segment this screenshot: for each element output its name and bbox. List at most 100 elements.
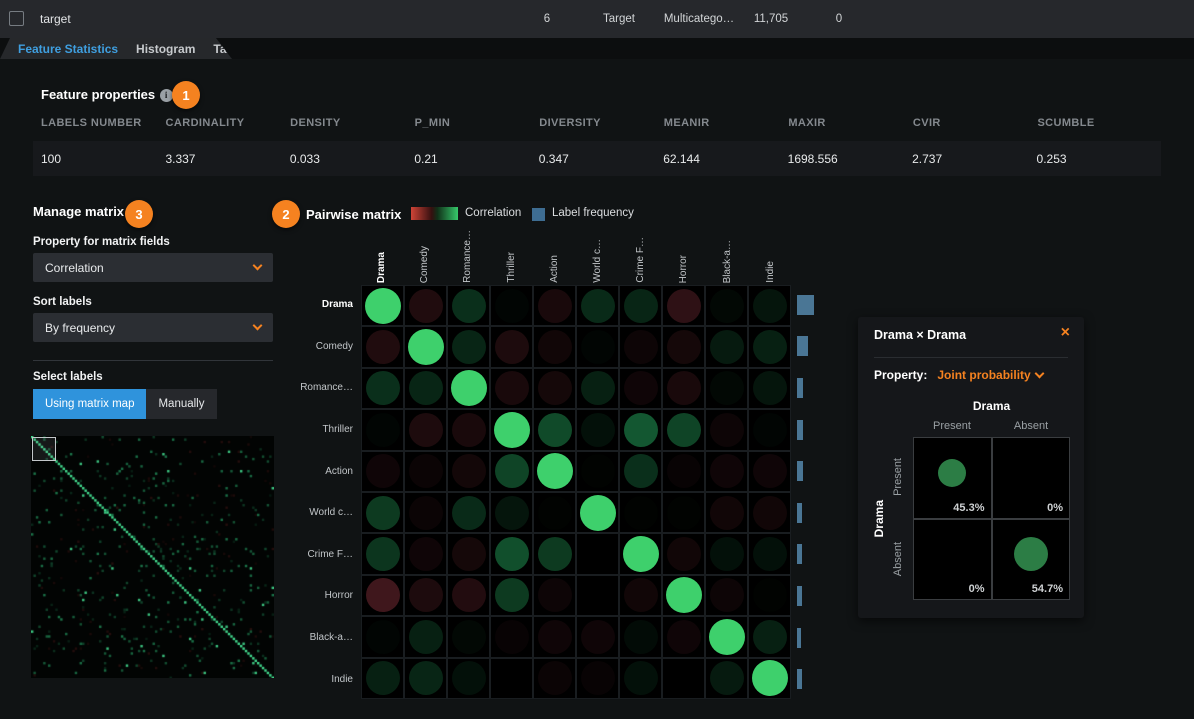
matrix-cell-Action-Comedy[interactable] (405, 452, 446, 491)
matrix-cell-Black-a…-Crime F…[interactable] (620, 617, 661, 656)
matrix-cell-Comedy-Comedy[interactable] (405, 327, 446, 366)
matrix-cell-Indie-Horror[interactable] (663, 659, 704, 698)
matrix-cell-Indie-Drama[interactable] (362, 659, 403, 698)
matrix-cell-Black-a…-Indie[interactable] (749, 617, 790, 656)
column-label[interactable]: Horror (678, 255, 689, 283)
property-select[interactable]: Correlation (33, 253, 273, 282)
matrix-cell-Thriller-Comedy[interactable] (405, 410, 446, 449)
tab-histogram[interactable]: Histogram (136, 42, 195, 56)
row-label[interactable]: Comedy (316, 341, 353, 352)
matrix-cell-Comedy-Crime F…[interactable] (620, 327, 661, 366)
matrix-cell-Romance…-Crime F…[interactable] (620, 369, 661, 408)
matrix-cell-Drama-Indie[interactable] (749, 286, 790, 325)
matrix-cell-World c…-Thriller[interactable] (491, 493, 532, 532)
matrix-cell-Comedy-World c…[interactable] (577, 327, 618, 366)
matrix-cell-Action-World c…[interactable] (577, 452, 618, 491)
matrix-cell-Black-a…-Romance…[interactable] (448, 617, 489, 656)
matrix-map-selection[interactable] (32, 437, 56, 461)
matrix-cell-World c…-Romance…[interactable] (448, 493, 489, 532)
matrix-cell-Romance…-Action[interactable] (534, 369, 575, 408)
matrix-cell-Romance…-Thriller[interactable] (491, 369, 532, 408)
matrix-cell-Action-Crime F…[interactable] (620, 452, 661, 491)
matrix-cell-Drama-Action[interactable] (534, 286, 575, 325)
matrix-cell-Thriller-Crime F…[interactable] (620, 410, 661, 449)
matrix-cell-World c…-Action[interactable] (534, 493, 575, 532)
matrix-cell-Crime F…-Thriller[interactable] (491, 534, 532, 573)
matrix-cell-Drama-Thriller[interactable] (491, 286, 532, 325)
matrix-cell-Crime F…-Black-a…[interactable] (706, 534, 747, 573)
matrix-cell-Black-a…-Black-a…[interactable] (706, 617, 747, 656)
matrix-cell-Comedy-Indie[interactable] (749, 327, 790, 366)
matrix-cell-Drama-Romance…[interactable] (448, 286, 489, 325)
tour-badge-2[interactable]: 2 (272, 200, 300, 228)
matrix-cell-World c…-Indie[interactable] (749, 493, 790, 532)
toggle-manually[interactable]: Manually (146, 389, 216, 419)
column-label[interactable]: Thriller (506, 252, 517, 283)
close-icon[interactable]: × (1061, 324, 1070, 342)
matrix-cell-World c…-Comedy[interactable] (405, 493, 446, 532)
matrix-cell-World c…-Drama[interactable] (362, 493, 403, 532)
matrix-cell-Crime F…-Horror[interactable] (663, 534, 704, 573)
matrix-cell-Horror-Drama[interactable] (362, 576, 403, 615)
matrix-cell-Comedy-Romance…[interactable] (448, 327, 489, 366)
matrix-cell-Crime F…-World c…[interactable] (577, 534, 618, 573)
row-label[interactable]: Thriller (322, 424, 353, 435)
matrix-cell-Romance…-Indie[interactable] (749, 369, 790, 408)
row-label[interactable]: Black-a… (310, 632, 353, 643)
matrix-cell-Romance…-Horror[interactable] (663, 369, 704, 408)
matrix-cell-Thriller-Black-a…[interactable] (706, 410, 747, 449)
matrix-cell-Black-a…-Action[interactable] (534, 617, 575, 656)
matrix-cell-Thriller-World c…[interactable] (577, 410, 618, 449)
matrix-cell-Drama-Crime F…[interactable] (620, 286, 661, 325)
matrix-cell-Romance…-Comedy[interactable] (405, 369, 446, 408)
matrix-cell-Black-a…-World c…[interactable] (577, 617, 618, 656)
column-label[interactable]: Comedy (419, 246, 430, 283)
matrix-cell-World c…-Crime F…[interactable] (620, 493, 661, 532)
matrix-cell-Horror-Action[interactable] (534, 576, 575, 615)
matrix-cell-Horror-Black-a…[interactable] (706, 576, 747, 615)
matrix-cell-Action-Drama[interactable] (362, 452, 403, 491)
matrix-cell-Comedy-Action[interactable] (534, 327, 575, 366)
matrix-cell-Horror-World c…[interactable] (577, 576, 618, 615)
tour-badge-3[interactable]: 3 (125, 200, 153, 228)
tour-badge-1[interactable]: 1 (172, 81, 200, 109)
matrix-cell-Indie-Crime F…[interactable] (620, 659, 661, 698)
matrix-cell-Thriller-Drama[interactable] (362, 410, 403, 449)
matrix-cell-Romance…-Black-a…[interactable] (706, 369, 747, 408)
info-icon[interactable]: i (160, 89, 173, 102)
matrix-cell-World c…-World c…[interactable] (577, 493, 618, 532)
row-label[interactable]: World c… (309, 507, 353, 518)
matrix-cell-Indie-Comedy[interactable] (405, 659, 446, 698)
matrix-cell-Comedy-Thriller[interactable] (491, 327, 532, 366)
matrix-cell-Action-Horror[interactable] (663, 452, 704, 491)
matrix-cell-Crime F…-Drama[interactable] (362, 534, 403, 573)
sort-select[interactable]: By frequency (33, 313, 273, 342)
matrix-cell-Action-Romance…[interactable] (448, 452, 489, 491)
matrix-cell-Comedy-Drama[interactable] (362, 327, 403, 366)
row-label[interactable]: Indie (331, 674, 353, 685)
popup-property-select[interactable]: Joint probability (937, 368, 1030, 382)
matrix-cell-Indie-Black-a…[interactable] (706, 659, 747, 698)
matrix-cell-Indie-World c…[interactable] (577, 659, 618, 698)
matrix-cell-Drama-Drama[interactable] (362, 286, 403, 325)
matrix-cell-Black-a…-Thriller[interactable] (491, 617, 532, 656)
matrix-cell-Action-Indie[interactable] (749, 452, 790, 491)
matrix-cell-Crime F…-Romance…[interactable] (448, 534, 489, 573)
matrix-cell-Indie-Romance…[interactable] (448, 659, 489, 698)
tab-table[interactable]: Table (213, 42, 243, 56)
matrix-cell-Thriller-Indie[interactable] (749, 410, 790, 449)
row-label[interactable]: Romance… (300, 382, 353, 393)
matrix-cell-Indie-Indie[interactable] (749, 659, 790, 698)
matrix-cell-Crime F…-Comedy[interactable] (405, 534, 446, 573)
matrix-cell-Indie-Thriller[interactable] (491, 659, 532, 698)
matrix-cell-Thriller-Thriller[interactable] (491, 410, 532, 449)
matrix-cell-Drama-Black-a…[interactable] (706, 286, 747, 325)
column-label[interactable]: Romance… (462, 230, 473, 283)
matrix-cell-Romance…-Romance…[interactable] (448, 369, 489, 408)
matrix-cell-Horror-Indie[interactable] (749, 576, 790, 615)
matrix-cell-Thriller-Action[interactable] (534, 410, 575, 449)
row-label[interactable]: Crime F… (307, 549, 353, 560)
matrix-map[interactable] (31, 436, 274, 678)
matrix-cell-Romance…-World c…[interactable] (577, 369, 618, 408)
matrix-cell-Horror-Horror[interactable] (663, 576, 704, 615)
